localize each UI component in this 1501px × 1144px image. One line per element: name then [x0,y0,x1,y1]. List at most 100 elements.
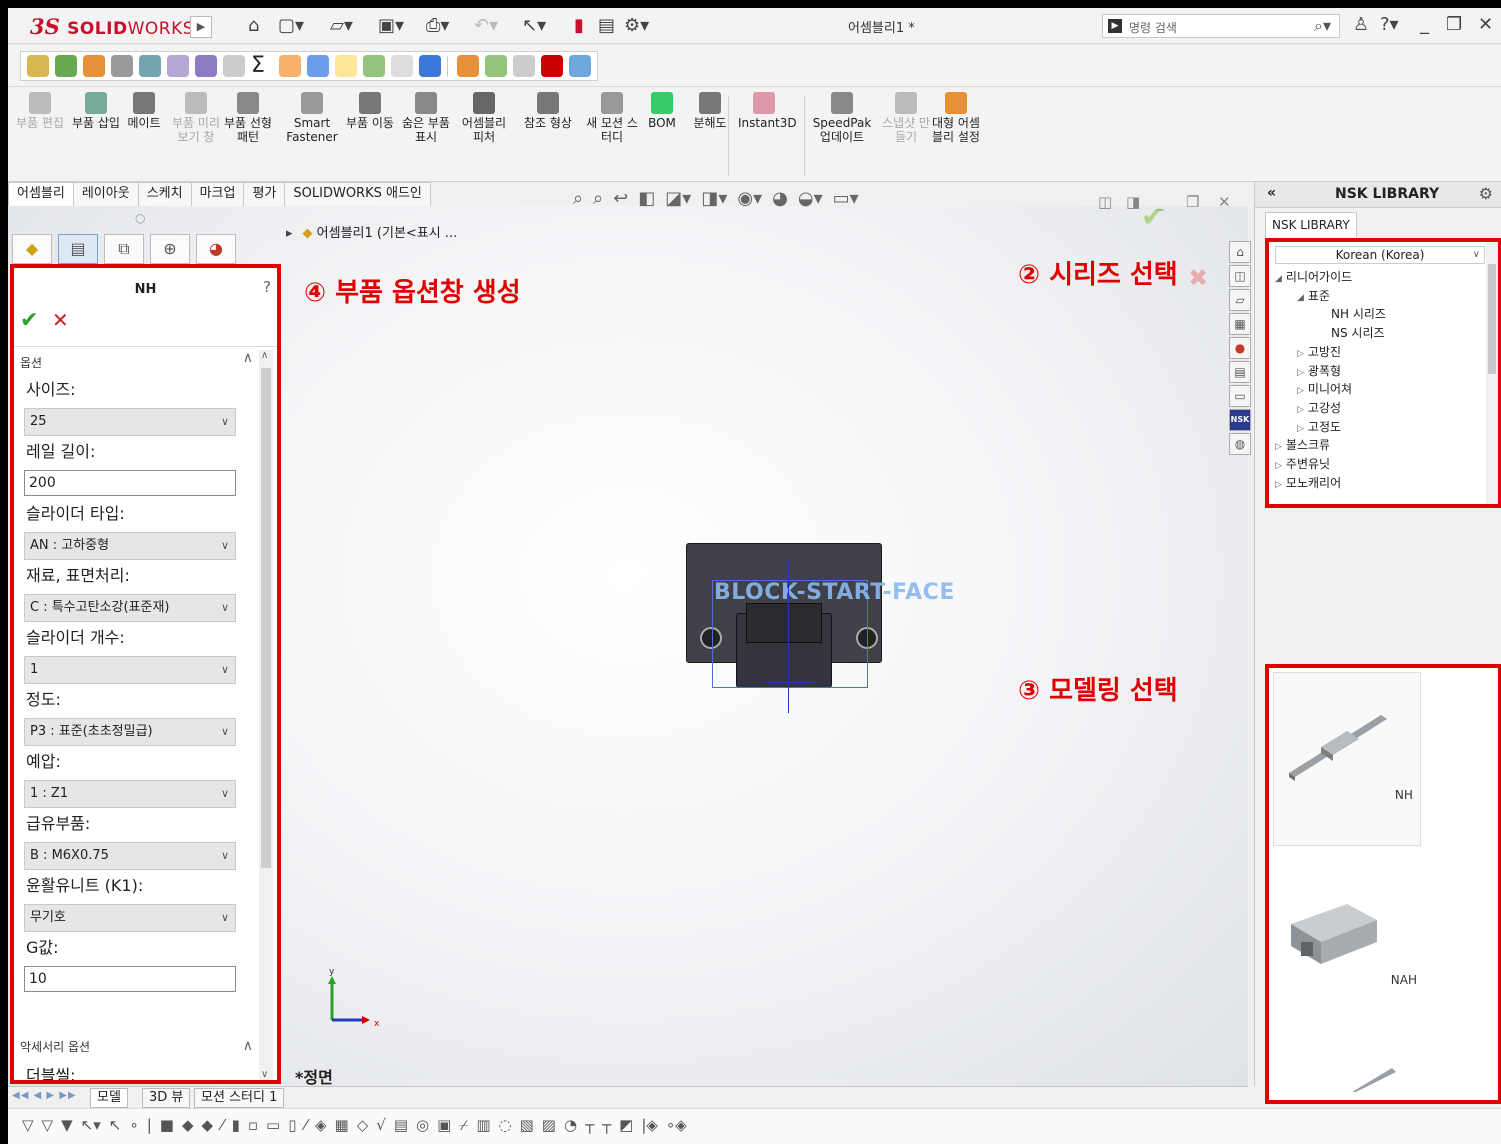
scrollbar-thumb[interactable] [1488,264,1496,374]
collapse-arrow-icon[interactable]: ◢ [1275,274,1282,284]
filter-icon[interactable]: ▫ [248,1116,258,1134]
settings-icon[interactable]: ◍ [1229,433,1251,455]
filter-icon[interactable]: ┬ [585,1116,594,1134]
filter-icon[interactable]: ⁄ [304,1116,307,1134]
view-settings-icon[interactable]: ▭▾ [833,188,859,212]
tool-icon[interactable] [541,55,563,77]
command-button[interactable]: 부품 선형 패턴 [222,92,274,144]
tab-assembly[interactable]: 어셈블리 [8,182,74,206]
configuration-manager-tab-icon[interactable]: ⧉ [104,234,144,264]
tree-node[interactable]: ◢ 표준 [1297,287,1330,304]
tool-icon[interactable] [307,55,329,77]
display-style-icon[interactable]: ◨▾ [701,188,727,212]
expand-arrow-icon[interactable]: ▷ [1297,386,1304,396]
option-select[interactable]: 1 : Z1 ∨ [24,780,236,808]
collapse-pane-icon[interactable]: « [1267,185,1276,201]
collapse-chevron-icon[interactable]: ∧ [243,350,253,366]
option-select[interactable]: C : 특수고탄소강(표준재) ∨ [24,594,236,622]
tab-model[interactable]: 모델 [90,1088,128,1108]
expand-arrow-icon[interactable]: ▷ [1275,442,1282,452]
section-view-icon[interactable]: ◧ [638,188,655,212]
option-select[interactable]: P3 : 표준(초초정밀급) ∨ [24,718,236,746]
zoom-area-icon[interactable]: ⌕ [593,188,603,212]
scroll-up-icon[interactable]: ∧ [261,350,268,361]
pm-scrollbar[interactable]: ∧ ∨ [259,350,273,1080]
select-arrow-icon[interactable]: ↖▾ [81,1116,101,1134]
ok-check-icon[interactable]: ✔ [20,308,38,333]
tab-motion-study[interactable]: 모션 스터디 1 [194,1088,285,1108]
tree-scrollbar[interactable] [1486,242,1498,504]
search-scope-icon[interactable]: ▶ [1108,19,1122,33]
command-button[interactable]: 부품 이동 [344,92,396,130]
graphics-tile-icon[interactable]: ◫ [1098,193,1112,211]
tree-node[interactable]: ▷ 고강성 [1297,399,1341,416]
select-arrow-icon[interactable]: ↖▾ [522,14,546,38]
expand-arrow-icon[interactable]: ▷ [1297,405,1304,415]
option-select[interactable]: 1 ∨ [24,656,236,684]
tool-icon[interactable] [569,55,591,77]
command-button[interactable]: 부품 미리보기 창 [170,92,222,144]
filter-icon[interactable]: |◈ [641,1116,658,1134]
expand-caret-icon[interactable]: ▸ [286,226,293,241]
menu-expand-button[interactable]: ▶ [190,16,212,38]
tool-icon[interactable] [513,55,535,77]
tool-icon[interactable] [83,55,105,77]
tool-icon[interactable] [167,55,189,77]
tree-node[interactable]: ◢ 리니어가이드 [1275,268,1352,285]
rebuild-icon[interactable]: ▮ [574,14,584,38]
home-icon[interactable]: ⌂ [1229,241,1251,263]
expand-arrow-icon[interactable]: ▷ [1275,480,1282,490]
tool-icon[interactable] [139,55,161,77]
tool-icon[interactable] [55,55,77,77]
command-button[interactable]: BOM [636,92,688,130]
filter-icon[interactable]: ∘ [129,1116,138,1134]
restore-icon[interactable]: ❐ [1446,14,1462,35]
option-input[interactable]: 10 [24,966,236,992]
expand-arrow-icon[interactable]: ▷ [1297,368,1304,378]
sum-icon[interactable]: Σ [251,55,273,77]
tab-scroll-buttons[interactable]: ◀◀ ◀ ▶ ▶▶ [12,1090,77,1101]
filter-icon[interactable]: ◔ [564,1116,577,1134]
filter-icon[interactable]: ◌ [499,1116,512,1134]
tool-icon[interactable] [419,55,441,77]
tab-nsk-library[interactable]: NSK LIBRARY [1265,212,1357,238]
tab-layout[interactable]: 레이아웃 [72,182,139,206]
edit-appearance-icon[interactable]: ◕ [772,188,788,212]
display-manager-tab-icon[interactable]: ◕ [196,234,236,264]
dimxpert-tab-icon[interactable]: ⊕ [150,234,190,264]
filter-icon[interactable]: ◩ [619,1116,633,1134]
filter-icon[interactable]: ⌿ [459,1116,468,1134]
tab-evaluate[interactable]: 평가 [243,182,286,206]
expand-arrow-icon[interactable]: ▷ [1297,424,1304,434]
resources-icon[interactable]: ◫ [1229,265,1251,287]
feature-manager-grip[interactable]: ○ [135,211,145,225]
cancel-x-icon[interactable]: ✖ [1188,264,1208,292]
feature-tree-tab-icon[interactable]: ◆ [12,234,52,264]
scroll-down-icon[interactable]: ∨ [261,1069,268,1080]
file-explorer-icon[interactable]: ▦ [1229,313,1251,335]
filter-icon[interactable]: ▨ [542,1116,556,1134]
command-button[interactable]: 메이트 [118,92,170,130]
nsk-library-icon[interactable]: NSK [1229,409,1251,431]
tool-icon[interactable] [391,55,413,77]
command-button[interactable]: SpeedPak 업데이트 [810,92,874,144]
hide-show-icon[interactable]: ◉▾ [737,188,762,212]
help-icon[interactable]: ?▾ [1380,14,1399,35]
gallery-item-nh[interactable]: NH [1273,672,1421,846]
filter-icon[interactable]: ▣ [437,1116,451,1134]
option-input[interactable]: 200 [24,470,236,496]
save-icon[interactable]: ▣▾ [378,14,404,38]
tree-node[interactable]: NS 시리즈 [1331,324,1385,341]
gear-icon[interactable]: ⚙ [1479,184,1493,203]
tool-icon[interactable] [195,55,217,77]
filter-icon[interactable]: ◆ [202,1116,214,1134]
filter-icon[interactable]: ◈ [315,1116,327,1134]
tree-node[interactable]: NH 시리즈 [1331,305,1386,322]
minimize-icon[interactable]: _ [1420,14,1429,35]
collapse-chevron-icon[interactable]: ∧ [243,1038,253,1054]
command-button[interactable]: 부품 삽입 [70,92,122,130]
filter-icon[interactable]: ⁄ [221,1116,224,1134]
command-search-input[interactable]: ▶ 명령 검색 ⌕▾ [1102,14,1340,38]
tool-icon[interactable] [363,55,385,77]
filter-icon[interactable]: ∘◈ [666,1116,687,1134]
